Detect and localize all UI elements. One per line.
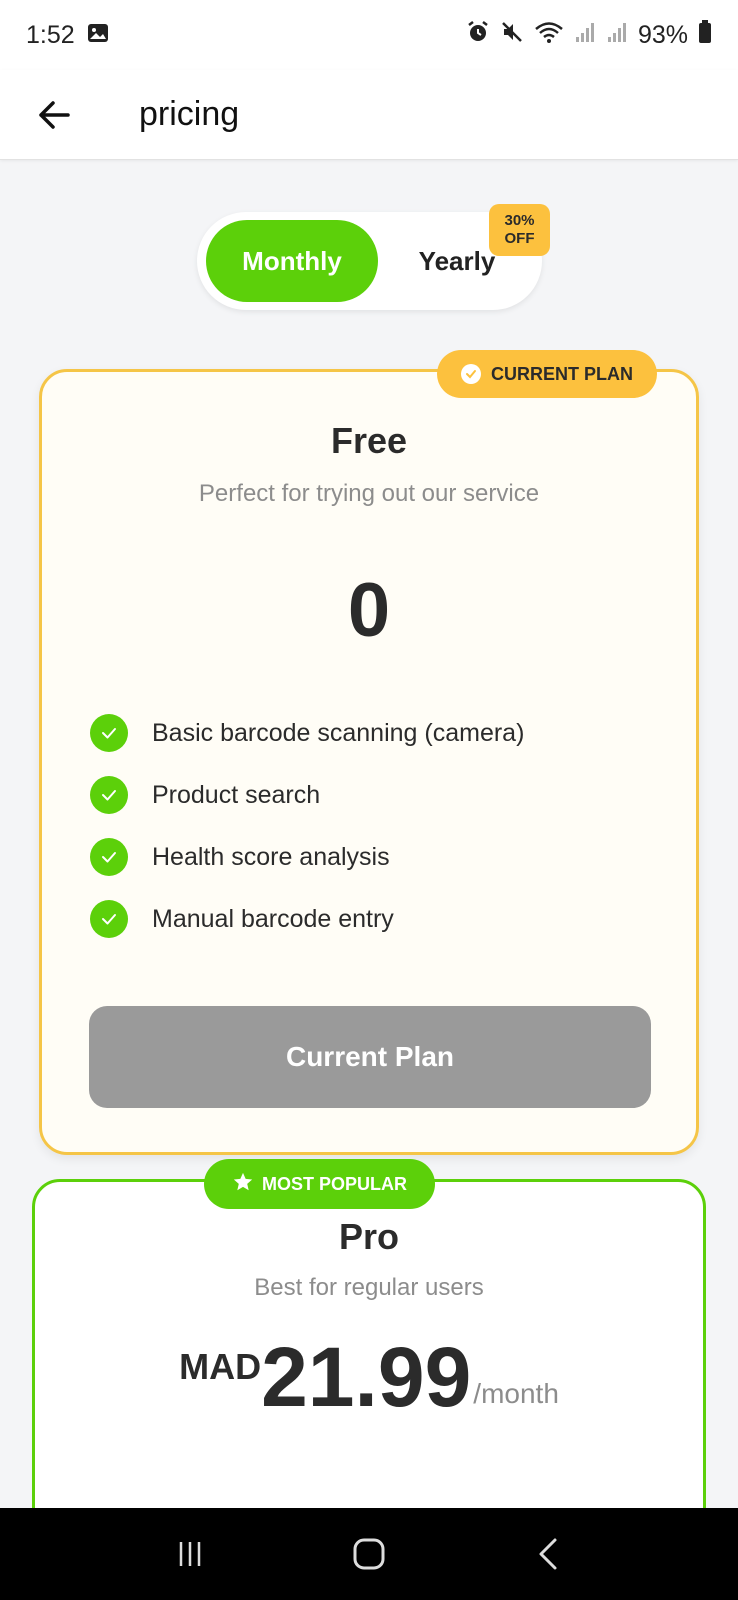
discount-percent: 30% <box>504 212 535 229</box>
plan-card-pro: Pro Best for regular users MAD 21.99 /mo… <box>32 1179 706 1539</box>
current-plan-badge: CURRENT PLAN <box>437 350 657 398</box>
plan-price: 0 <box>347 568 391 653</box>
price-amount: 21.99 <box>261 1330 472 1424</box>
status-bar: 1:52 93% <box>0 0 738 70</box>
plan-price: MAD 21.99 /month <box>35 1332 703 1422</box>
system-nav-bar <box>0 1508 738 1600</box>
feature-text: Basic barcode scanning (camera) <box>152 718 525 747</box>
recent-apps-button[interactable] <box>150 1524 230 1584</box>
battery-icon <box>698 19 712 51</box>
mute-icon <box>500 20 524 51</box>
plan-card-free: Free Perfect for trying out our service … <box>39 369 699 1155</box>
feature-item: Product search <box>90 764 524 826</box>
current-plan-button[interactable]: Current Plan <box>89 1006 651 1108</box>
billing-toggle: Monthly Yearly 30% OFF <box>197 204 550 310</box>
current-plan-badge-label: CURRENT PLAN <box>491 363 633 384</box>
check-icon <box>90 776 128 814</box>
signal-icon <box>574 21 596 50</box>
most-popular-badge: MOST POPULAR <box>204 1159 435 1209</box>
home-button[interactable] <box>329 1524 409 1584</box>
feature-item: Health score analysis <box>90 826 524 888</box>
price-currency: MAD <box>179 1346 262 1387</box>
feature-text: Product search <box>152 780 321 809</box>
plan-description: Perfect for trying out our service <box>198 480 540 507</box>
feature-list: Basic barcode scanning (camera) Product … <box>90 702 524 950</box>
plan-name: Pro <box>338 1216 399 1257</box>
discount-off: OFF <box>504 230 535 247</box>
feature-item: Basic barcode scanning (camera) <box>90 702 524 764</box>
back-button[interactable] <box>24 85 84 145</box>
app-header: pricing <box>0 70 738 160</box>
arrow-left-icon <box>39 100 70 129</box>
feature-text: Manual barcode entry <box>152 904 394 933</box>
page-title: pricing <box>139 95 240 133</box>
gallery-icon <box>87 22 109 49</box>
plan-description: Best for regular users <box>254 1274 484 1301</box>
signal-icon <box>606 21 628 50</box>
check-icon <box>90 838 128 876</box>
discount-badge: 30% OFF <box>489 204 550 256</box>
star-icon <box>232 1171 254 1198</box>
status-time: 1:52 <box>26 20 75 49</box>
check-icon <box>90 900 128 938</box>
chevron-left-icon <box>539 1538 557 1570</box>
check-icon <box>90 714 128 752</box>
wifi-icon <box>534 20 564 51</box>
nav-back-button[interactable] <box>508 1524 588 1584</box>
battery-percentage: 93% <box>637 20 688 49</box>
check-circle-icon <box>461 364 481 384</box>
feature-item: Manual barcode entry <box>90 888 524 950</box>
feature-text: Health score analysis <box>152 842 390 871</box>
recent-apps-icon <box>179 1542 200 1566</box>
home-icon <box>353 1538 385 1570</box>
plan-name: Free <box>330 420 408 461</box>
most-popular-badge-label: MOST POPULAR <box>261 1173 407 1194</box>
price-period: /month <box>473 1378 559 1409</box>
alarm-icon <box>466 20 490 51</box>
monthly-toggle-button[interactable]: Monthly <box>206 220 378 302</box>
